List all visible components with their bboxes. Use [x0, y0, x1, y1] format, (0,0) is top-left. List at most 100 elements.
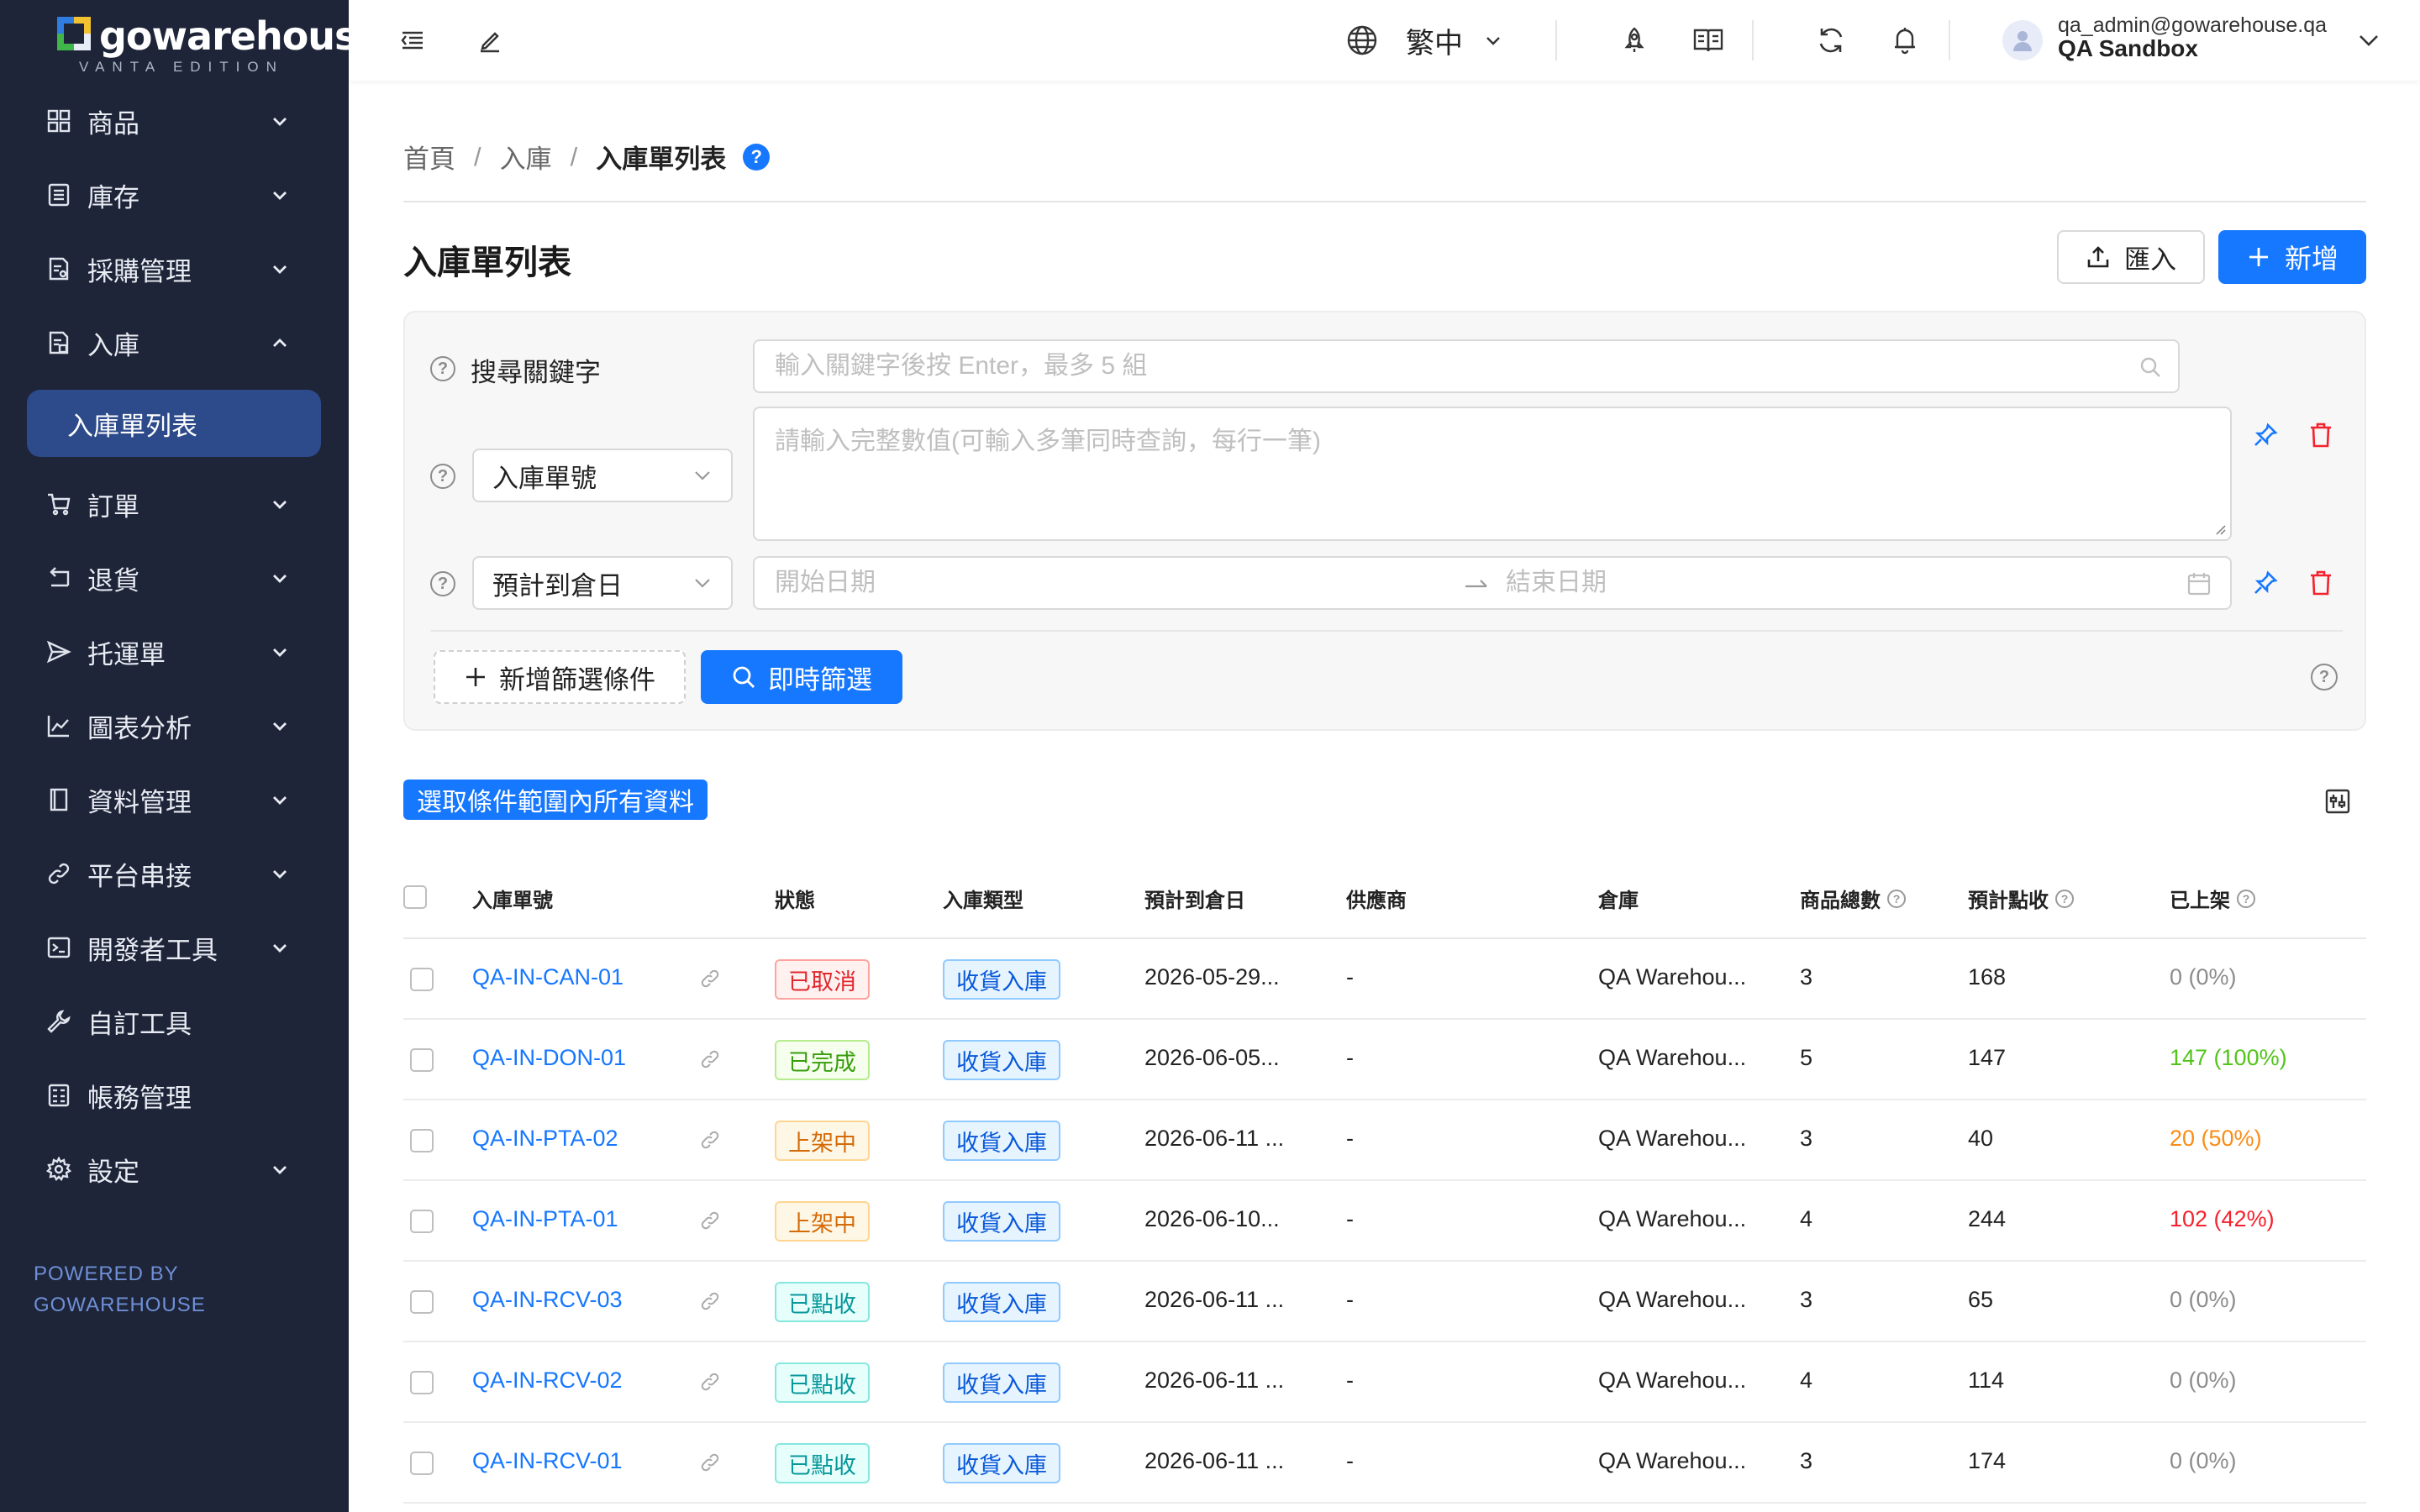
inbound-no-textarea[interactable]: 請輸入完整數值(可輸入多筆同時查詢，每行一筆)	[753, 407, 2232, 541]
delete-icon[interactable]	[2306, 420, 2336, 450]
refresh-icon[interactable]	[1814, 24, 1848, 57]
row-checkbox[interactable]	[410, 1452, 434, 1475]
question-circle-icon[interactable]: ?	[430, 571, 455, 596]
copy-link-icon[interactable]	[699, 968, 721, 990]
sidebar-item[interactable]: 平台串接	[0, 837, 349, 911]
breadcrumb-home[interactable]: 首頁	[403, 138, 455, 176]
select-all-checkbox[interactable]	[403, 885, 427, 909]
help-icon[interactable]: ?	[743, 143, 771, 171]
row-checkbox[interactable]	[410, 968, 434, 991]
sidebar-subitem-inbound-list[interactable]: 入庫單列表	[27, 390, 321, 457]
date-start-placeholder[interactable]: 開始日期	[775, 569, 876, 596]
date-end-placeholder[interactable]: 結束日期	[1506, 558, 1607, 608]
table-row[interactable]: QA-IN-PTA-02 上架中 收貨入庫 2026-06-11 ... - QA War…	[403, 1100, 2366, 1181]
sidebar-item[interactable]: 退貨	[0, 541, 349, 615]
chevron-down-icon[interactable]	[267, 108, 292, 134]
column-header-expected[interactable]: 預計點收?	[1968, 884, 2074, 913]
add-filter-button[interactable]: 新增篩選條件	[434, 650, 686, 704]
date-range-picker[interactable]: 開始日期 結束日期	[753, 556, 2232, 610]
pin-icon[interactable]	[2250, 568, 2281, 598]
delete-icon[interactable]	[2306, 568, 2336, 598]
sidebar-item[interactable]: 圖表分析	[0, 689, 349, 763]
user-org[interactable]: QA Sandbox	[2058, 35, 2198, 62]
field-select-inbound-no[interactable]: 入庫單號	[472, 449, 733, 502]
table-row[interactable]: QA-IN-PTA-01 上架中 收貨入庫 2026-06-10... - QA Ware…	[403, 1181, 2366, 1262]
chevron-down-icon[interactable]	[267, 565, 292, 591]
copy-link-icon[interactable]	[699, 1371, 721, 1393]
book-open-icon[interactable]	[1691, 24, 1725, 57]
row-checkbox[interactable]	[410, 1210, 434, 1233]
language-selector[interactable]: 繁中	[1406, 20, 1463, 61]
inbound-no-link[interactable]: QA-IN-RCV-02	[472, 1368, 623, 1394]
chevron-up-icon[interactable]	[267, 330, 292, 355]
column-header-total-items[interactable]: 商品總數?	[1800, 884, 1906, 913]
sidebar-item[interactable]: 採購管理	[0, 232, 349, 306]
sidebar-item[interactable]: 開發者工具	[0, 911, 349, 984]
copy-link-icon[interactable]	[699, 1452, 721, 1473]
chevron-down-icon[interactable]	[267, 935, 292, 960]
sidebar-item[interactable]: 設定	[0, 1132, 349, 1206]
copy-link-icon[interactable]	[699, 1290, 721, 1312]
user-menu-chevron-icon[interactable]	[2352, 24, 2386, 57]
pin-icon[interactable]	[2250, 420, 2281, 450]
edit-icon[interactable]	[473, 24, 507, 57]
question-circle-icon[interactable]: ?	[1887, 889, 1906, 908]
row-checkbox[interactable]	[410, 1371, 434, 1394]
breadcrumb-section[interactable]: 入庫	[500, 138, 552, 176]
table-row[interactable]: QA-IN-RCV-03 已點收 收貨入庫 2026-06-11 ... - QA War…	[403, 1262, 2366, 1342]
inbound-no-link[interactable]: QA-IN-RCV-01	[472, 1448, 623, 1474]
table-row[interactable]: QA-IN-RCV-02 已點收 收貨入庫 2026-06-11 ... - QA War…	[403, 1342, 2366, 1423]
inbound-no-link[interactable]: QA-IN-RCV-03	[472, 1287, 623, 1313]
inbound-no-link[interactable]: QA-IN-PTA-02	[472, 1126, 618, 1152]
question-circle-icon[interactable]: ?	[2055, 889, 2074, 908]
import-button[interactable]: 匯入	[2057, 230, 2205, 284]
column-header-inbound-no[interactable]: 入庫單號	[472, 884, 553, 913]
sidebar-item[interactable]: 商品	[0, 84, 349, 158]
chevron-down-icon[interactable]	[267, 256, 292, 281]
column-header-shelved[interactable]: 已上架?	[2170, 884, 2255, 913]
table-row[interactable]: QA-IN-DON-01 已完成 收貨入庫 2026-06-05... - QA Ware…	[403, 1020, 2366, 1100]
question-circle-icon[interactable]: ?	[2311, 664, 2338, 690]
new-button[interactable]: 新增	[2218, 230, 2366, 284]
inbound-no-link[interactable]: QA-IN-CAN-01	[472, 964, 623, 990]
inbound-no-link[interactable]: QA-IN-PTA-01	[472, 1206, 618, 1232]
sidebar-item[interactable]: 入庫	[0, 306, 349, 380]
resize-handle-icon[interactable]	[2213, 522, 2227, 536]
copy-link-icon[interactable]	[699, 1210, 721, 1231]
user-email[interactable]: qa_admin@gowarehouse.qa	[2058, 13, 2327, 38]
globe-icon[interactable]	[1345, 24, 1379, 57]
row-checkbox[interactable]	[410, 1290, 434, 1314]
menu-fold-icon[interactable]	[396, 24, 429, 57]
chevron-down-icon[interactable]	[267, 491, 292, 517]
chevron-down-icon[interactable]	[1476, 24, 1510, 57]
inbound-no-link[interactable]: QA-IN-DON-01	[472, 1045, 626, 1071]
column-header-warehouse[interactable]: 倉庫	[1598, 884, 1639, 913]
column-header-status[interactable]: 狀態	[775, 884, 815, 913]
select-all-results-button[interactable]: 選取條件範圍內所有資料	[403, 780, 708, 820]
table-row[interactable]: QA-IN-CAN-01 已取消 收貨入庫 2026-05-29... - QA Ware…	[403, 939, 2366, 1020]
bell-icon[interactable]	[1888, 24, 1922, 57]
copy-link-icon[interactable]	[699, 1048, 721, 1070]
brand-logo[interactable]: gowarehouse VANTA EDITION	[57, 13, 383, 76]
chevron-down-icon[interactable]	[267, 1157, 292, 1182]
question-circle-icon[interactable]: ?	[2237, 889, 2255, 908]
sidebar-item[interactable]: 庫存	[0, 158, 349, 232]
question-circle-icon[interactable]: ?	[430, 356, 455, 381]
user-avatar[interactable]	[2002, 20, 2043, 60]
table-row[interactable]: QA-IN-RCV-01 已點收 收貨入庫 2026-06-11 ... - QA War…	[403, 1423, 2366, 1504]
chevron-down-icon[interactable]	[267, 713, 292, 738]
column-header-type[interactable]: 入庫類型	[943, 884, 1023, 913]
row-checkbox[interactable]	[410, 1129, 434, 1152]
rocket-icon[interactable]	[1618, 24, 1651, 57]
sidebar-item[interactable]: 自訂工具	[0, 984, 349, 1058]
copy-link-icon[interactable]	[699, 1129, 721, 1151]
column-header-supplier[interactable]: 供應商	[1346, 884, 1407, 913]
field-select-eta-date[interactable]: 預計到倉日	[472, 556, 733, 610]
sidebar-item[interactable]: 訂單	[0, 467, 349, 541]
sidebar-item[interactable]: 資料管理	[0, 763, 349, 837]
sidebar-item[interactable]: 托運單	[0, 615, 349, 689]
chevron-down-icon[interactable]	[267, 639, 292, 664]
sidebar-item[interactable]: 帳務管理	[0, 1058, 349, 1132]
chevron-down-icon[interactable]	[267, 861, 292, 886]
keyword-search-input[interactable]: 輸入關鍵字後按 Enter，最多 5 組	[753, 339, 2180, 393]
